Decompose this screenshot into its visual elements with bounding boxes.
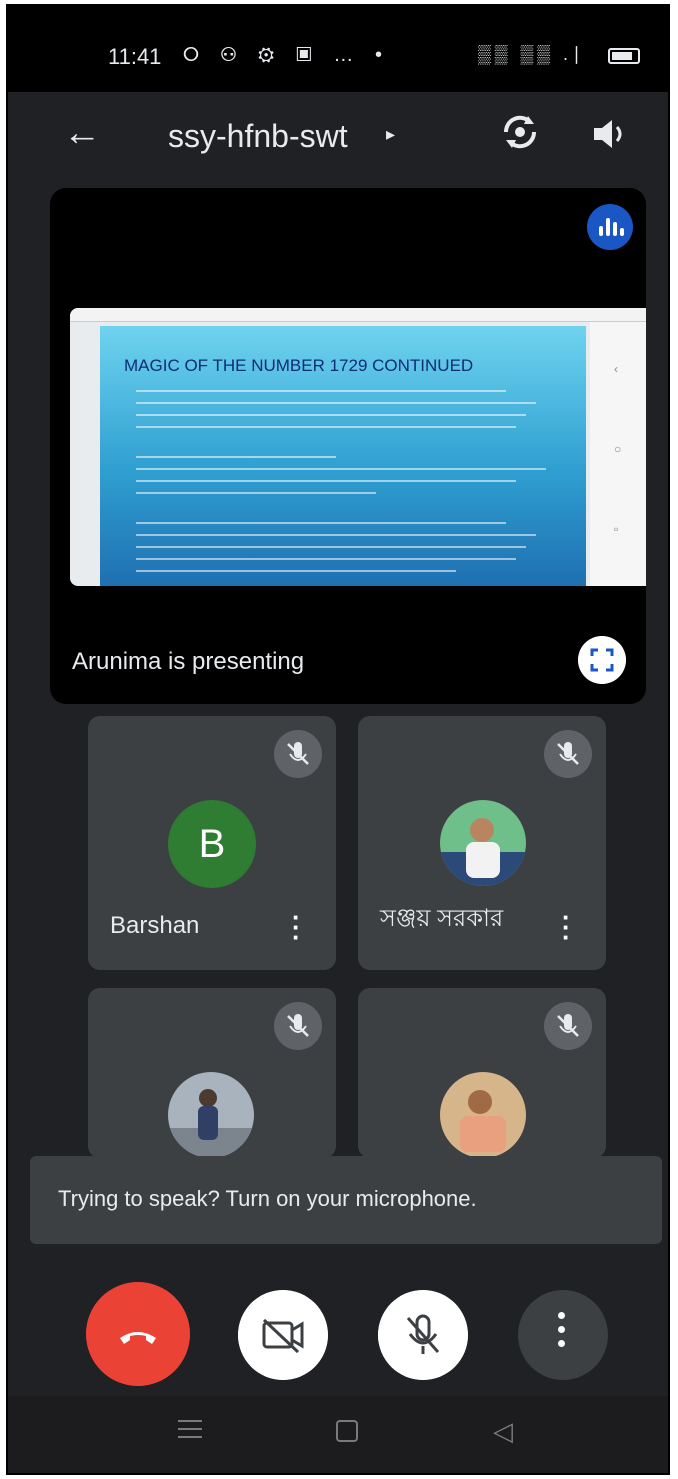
notification-icons: ⭘ ⚇ ⚙ ▣ … •: [183, 44, 390, 66]
presenter-label: Arunima is presenting: [72, 648, 305, 675]
shared-screen: MAGIC OF THE NUMBER 1729 CONTINUED ‹ ○ ▫: [70, 308, 646, 586]
home-icon[interactable]: [336, 1420, 358, 1442]
meeting-code[interactable]: ssy-hfnb-swt: [168, 118, 348, 155]
app-bar: ← ssy-hfnb-swt ▸: [8, 92, 668, 182]
more-options-icon[interactable]: · · ·: [292, 904, 301, 950]
muted-mic-icon: [544, 730, 592, 778]
toast-message: Trying to speak? Turn on your microphone…: [58, 1186, 477, 1211]
muted-mic-icon: [274, 1002, 322, 1050]
slide-title: MAGIC OF THE NUMBER 1729 CONTINUED: [124, 356, 474, 375]
muted-mic-icon: [274, 730, 322, 778]
participant-tile[interactable]: [358, 988, 606, 1158]
participant-tile[interactable]: [88, 988, 336, 1158]
meeting-info-caret-icon[interactable]: ▸: [386, 124, 395, 145]
avatar: [168, 1072, 254, 1158]
end-call-button[interactable]: [86, 1282, 190, 1386]
more-vert-icon: [558, 1312, 566, 1354]
phone-screen: 11:41 ⭘ ⚇ ⚙ ▣ … • ▒▒ ▒▒ .∣ ← ssy-hfnb-sw…: [6, 4, 670, 1475]
participant-name: সঞ্জয় সরকার: [380, 905, 504, 932]
speaking-indicator-icon: [587, 204, 633, 250]
status-time: 11:41: [108, 44, 162, 69]
avatar: [440, 1072, 526, 1158]
system-nav-bar: ◁: [8, 1396, 668, 1473]
slide: MAGIC OF THE NUMBER 1729 CONTINUED: [100, 326, 586, 586]
participant-tile[interactable]: সঞ্জয় সরকার · · ·: [358, 716, 606, 970]
avatar: [440, 800, 526, 886]
participant-tile[interactable]: B Barshan · · ·: [88, 716, 336, 970]
fullscreen-icon[interactable]: [578, 636, 626, 684]
avatar: B: [168, 800, 256, 888]
more-options-button[interactable]: [518, 1290, 608, 1380]
presentation-tile[interactable]: MAGIC OF THE NUMBER 1729 CONTINUED ‹ ○ ▫: [50, 188, 646, 704]
recent-apps-icon[interactable]: [178, 1420, 202, 1440]
status-bar: 11:41 ⭘ ⚇ ⚙ ▣ … • ▒▒ ▒▒ .∣: [8, 6, 668, 92]
microphone-off-button[interactable]: [378, 1290, 468, 1380]
muted-mic-icon: [544, 1002, 592, 1050]
battery-icon: [608, 48, 640, 64]
signal-icons: ▒▒ ▒▒ .∣: [478, 44, 586, 64]
camera-off-button[interactable]: [238, 1290, 328, 1380]
back-arrow-icon[interactable]: ←: [63, 112, 101, 155]
switch-camera-icon[interactable]: [498, 110, 542, 154]
nav-back-icon[interactable]: ◁: [493, 1416, 513, 1447]
participant-name: Barshan: [110, 912, 200, 939]
slide-side-panel: ‹ ○ ▫: [590, 322, 646, 586]
speaker-icon[interactable]: [588, 112, 632, 156]
more-options-icon[interactable]: · · ·: [562, 904, 571, 950]
mic-suggestion-toast: Trying to speak? Turn on your microphone…: [30, 1156, 662, 1244]
